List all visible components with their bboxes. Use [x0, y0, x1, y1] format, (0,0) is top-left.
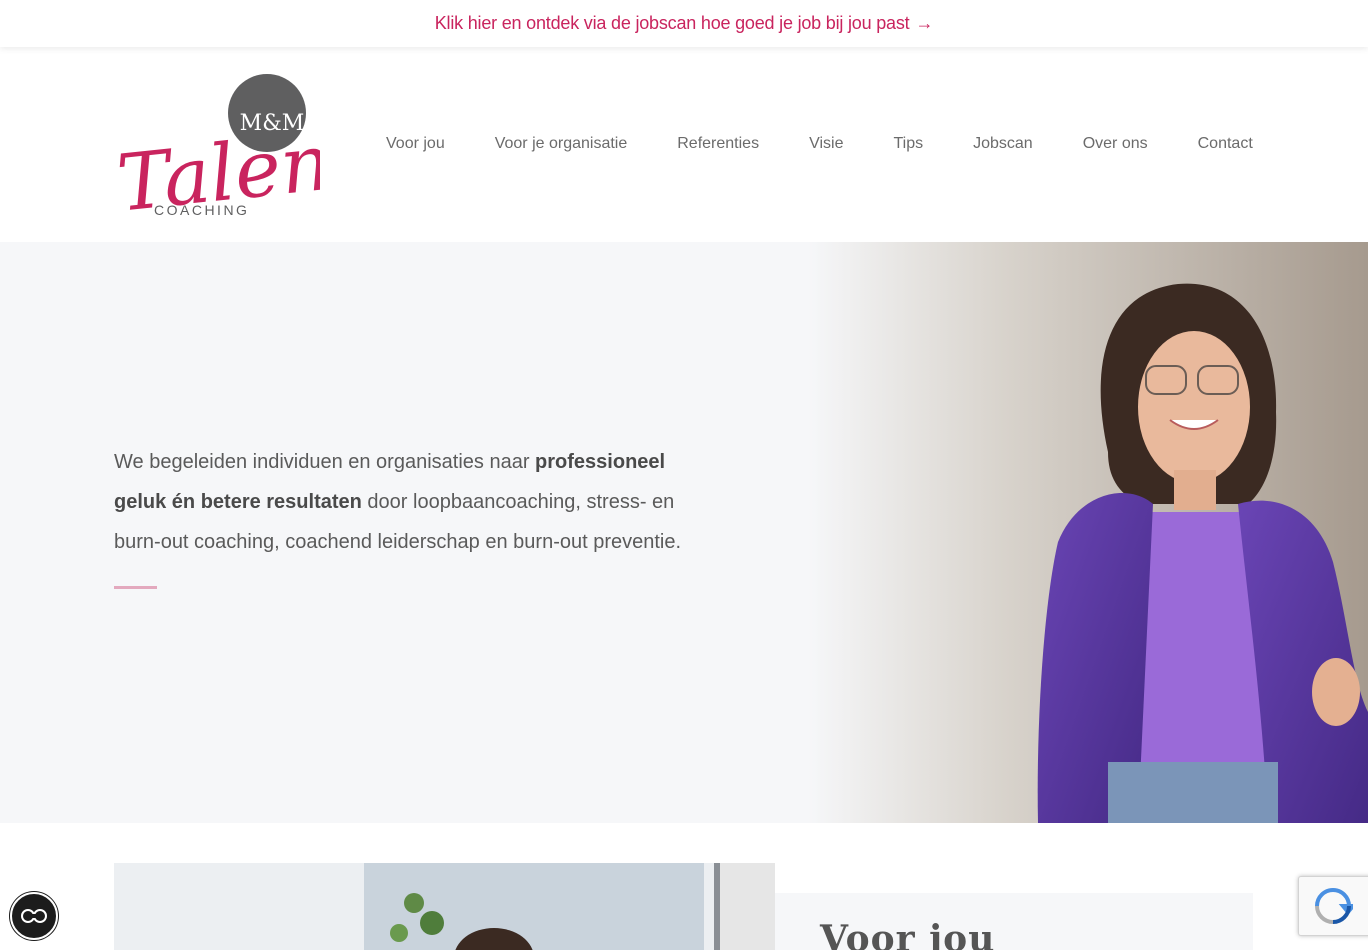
announcement-bar: Klik hier en ontdek via de jobscan hoe g… — [0, 0, 1368, 47]
logo-link[interactable]: M&M Talent COACHING — [113, 73, 367, 230]
recaptcha-icon — [1315, 888, 1353, 924]
logo: M&M Talent COACHING — [113, 74, 367, 230]
nav-item-referenties[interactable]: Referenties — [677, 135, 759, 153]
jeans-shape — [1108, 762, 1278, 823]
hero-photo — [808, 242, 1368, 823]
hand-shape — [1312, 658, 1360, 726]
nav-item-voor-je-organisatie[interactable]: Voor je organisatie — [495, 135, 628, 153]
voor-jou-heading: Voor jou — [820, 918, 996, 950]
logo-subtitle: COACHING — [154, 202, 249, 218]
site-header: M&M Talent COACHING Voor jou Voor je org… — [0, 47, 1368, 242]
nav-item-tips[interactable]: Tips — [893, 135, 923, 153]
arrow-right-icon: → — [915, 13, 934, 33]
nav-item-visie[interactable]: Visie — [809, 135, 843, 153]
accessibility-toggle-icon — [21, 909, 47, 923]
recaptcha-badge[interactable] — [1298, 876, 1368, 936]
voor-jou-photo-art — [114, 863, 775, 950]
nav-item-over-ons[interactable]: Over ons — [1083, 135, 1148, 153]
hero-text-pre: We begeleiden individuen en organisaties… — [114, 451, 536, 473]
face-shape — [1138, 331, 1250, 483]
hero-intro: We begeleiden individuen en organisaties… — [114, 442, 704, 562]
hero-divider — [114, 586, 157, 589]
nav-item-contact[interactable]: Contact — [1198, 135, 1253, 153]
nav-item-jobscan[interactable]: Jobscan — [973, 135, 1033, 153]
hero-section: We begeleiden individuen en organisaties… — [0, 242, 1368, 823]
voor-jou-section: Voor jou — [0, 823, 1368, 950]
neck-shape — [1174, 470, 1216, 510]
announcement-text: Klik hier en ontdek via de jobscan hoe g… — [434, 13, 910, 33]
jobscan-announcement-link[interactable]: Klik hier en ontdek via de jobscan hoe g… — [435, 13, 934, 34]
accessibility-button[interactable] — [10, 892, 58, 940]
main-nav: Voor jou Voor je organisatie Referenties… — [386, 135, 1253, 153]
voor-jou-photo — [114, 863, 775, 950]
nav-item-voor-jou[interactable]: Voor jou — [386, 135, 445, 153]
